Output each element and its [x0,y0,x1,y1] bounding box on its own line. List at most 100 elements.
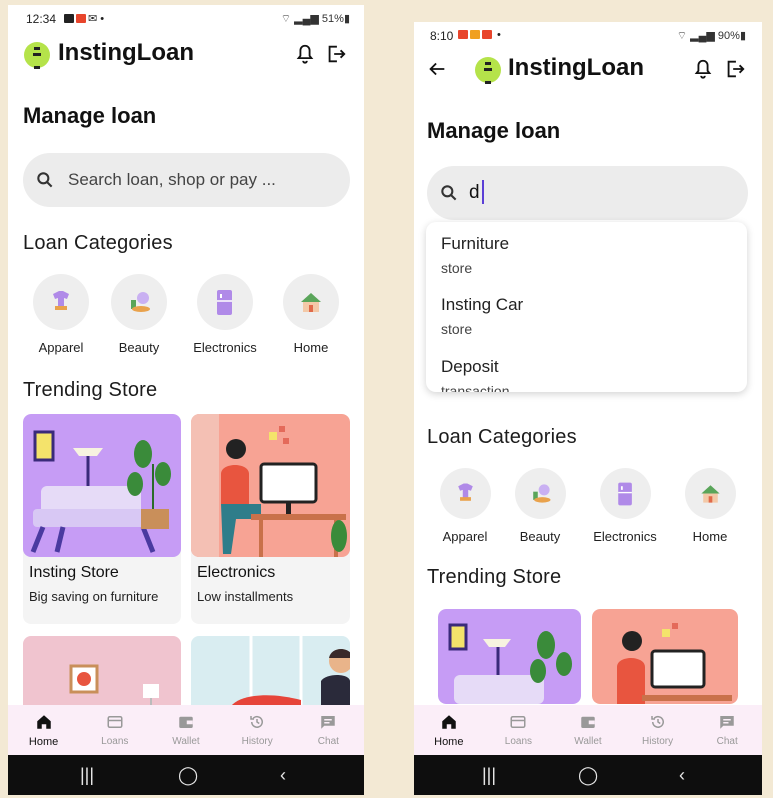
store-card-insting-store[interactable] [438,609,581,704]
card-icon [107,716,123,728]
home-button[interactable]: ◯ [578,765,598,786]
store-card-partial[interactable] [23,636,181,716]
history-icon [250,715,264,728]
store-card-partial[interactable] [191,636,350,716]
trending-store-title: Trending Store [23,379,158,401]
wifi-icon: ⌔ [280,13,292,25]
electronics-illustration [592,609,738,704]
history-icon [650,715,664,728]
electronics-icon [197,274,253,330]
app-title: InstingLoan [508,54,644,81]
search-input[interactable]: Search loan, shop or pay ... [23,153,350,207]
furniture-illustration [23,414,181,557]
category-beauty[interactable]: Beauty [97,274,181,355]
car-illustration [231,636,350,716]
nav-wallet[interactable]: Wallet [556,705,620,755]
search-input[interactable] [427,166,748,220]
search-icon [441,185,457,201]
store-card-electronics[interactable] [592,609,738,704]
bottom-navigation: Home Loans Wallet History Chat [414,705,762,755]
beauty-icon [514,468,566,519]
wallet-icon [179,716,193,728]
logout-icon[interactable] [325,43,347,65]
back-button[interactable]: ‹ [280,765,286,786]
store-title: Electronics [197,564,276,581]
category-beauty[interactable]: Beauty [498,468,582,544]
page-title: Manage loan [23,103,157,128]
home-icon [283,274,339,330]
bottom-navigation: Home Loans Wallet History Chat [8,705,364,755]
phone-screen-search: 8:10 • ⌔ ▂▄▆ 90%▮ InstingLoan Manage loa… [414,22,762,795]
status-bar: 12:34 ✉ • ⌔ ▂▄▆ 51%▮ [8,5,364,31]
suggestion-item[interactable]: Deposit transaction [441,357,509,392]
recents-button[interactable]: ||| [80,765,94,786]
search-placeholder: Search loan, shop or pay ... [68,170,276,189]
logout-icon[interactable] [724,58,746,80]
back-button[interactable]: ‹ [679,765,685,786]
apparel-icon [439,468,491,519]
nav-wallet[interactable]: Wallet [154,705,218,755]
card-icon [510,716,526,728]
page-title: Manage loan [427,118,561,143]
home-button[interactable]: ◯ [178,765,198,786]
category-apparel[interactable]: Apparel [19,274,103,355]
furniture-illustration [438,609,581,704]
store-subtitle: Low installments [197,589,294,604]
frame-illustration [69,664,159,716]
search-suggestions: Furniture store Insting Car store Deposi… [426,222,747,392]
category-apparel[interactable]: Apparel [423,468,507,544]
system-status: ⌔ ▂▄▆ 90%▮ [677,29,746,43]
app-bar: InstingLoan [8,35,364,75]
signal-icon: ▂▄▆ [294,13,319,25]
phone-screen-home: 12:34 ✉ • ⌔ ▂▄▆ 51%▮ InstingLoan Manage … [8,5,364,795]
notification-icons: • [458,29,501,41]
nav-loans[interactable]: Loans [486,705,550,755]
category-home[interactable]: Home [269,274,353,355]
recents-button[interactable]: ||| [482,765,496,786]
apparel-icon [33,274,89,330]
nav-history[interactable]: History [225,705,289,755]
nav-chat[interactable]: Chat [296,705,360,755]
battery-icon: ▮ [739,30,746,42]
store-subtitle: Big saving on furniture [29,589,159,604]
store-title: Insting Store [29,564,119,581]
loan-categories-title: Loan Categories [23,232,173,254]
suggestion-item[interactable]: Insting Car store [441,295,523,337]
store-card-insting-store[interactable]: Insting Store Big saving on furniture [23,414,181,624]
bell-icon[interactable] [294,43,316,65]
nav-loans[interactable]: Loans [83,705,147,755]
electronics-icon [599,468,651,519]
chat-icon [720,716,734,729]
app-bar: InstingLoan [414,50,762,90]
nav-home[interactable]: Home [417,705,481,755]
status-bar: 8:10 • ⌔ ▂▄▆ 90%▮ [414,22,762,48]
trending-store-title: Trending Store [427,566,562,588]
app-title: InstingLoan [58,39,194,66]
chat-icon [321,716,336,729]
home-nav-icon [442,715,456,729]
suggestion-item[interactable]: Furniture store [441,234,509,276]
nav-chat[interactable]: Chat [695,705,759,755]
electronics-illustration [191,414,350,557]
category-electronics[interactable]: Electronics [583,468,667,544]
wallet-icon [581,716,595,728]
nav-home[interactable]: Home [12,705,76,755]
home-nav-icon [36,715,51,729]
status-time: 8:10 [430,29,454,43]
search-icon [37,172,53,188]
nav-history[interactable]: History [626,705,690,755]
store-card-electronics[interactable]: Electronics Low installments [191,414,350,624]
back-arrow-icon[interactable] [426,58,448,80]
status-time: 12:34 [26,12,57,26]
search-field[interactable] [469,178,699,208]
beauty-icon [111,274,167,330]
category-home[interactable]: Home [668,468,752,544]
system-navigation-bar: ||| ◯ ‹ [8,755,364,795]
home-icon [684,468,736,519]
loan-categories-title: Loan Categories [427,426,577,448]
bell-icon[interactable] [692,58,714,80]
signal-icon: ▂▄▆ [690,30,715,42]
category-electronics[interactable]: Electronics [183,274,267,355]
wifi-icon: ⌔ [676,30,688,42]
text-caret [482,180,484,204]
